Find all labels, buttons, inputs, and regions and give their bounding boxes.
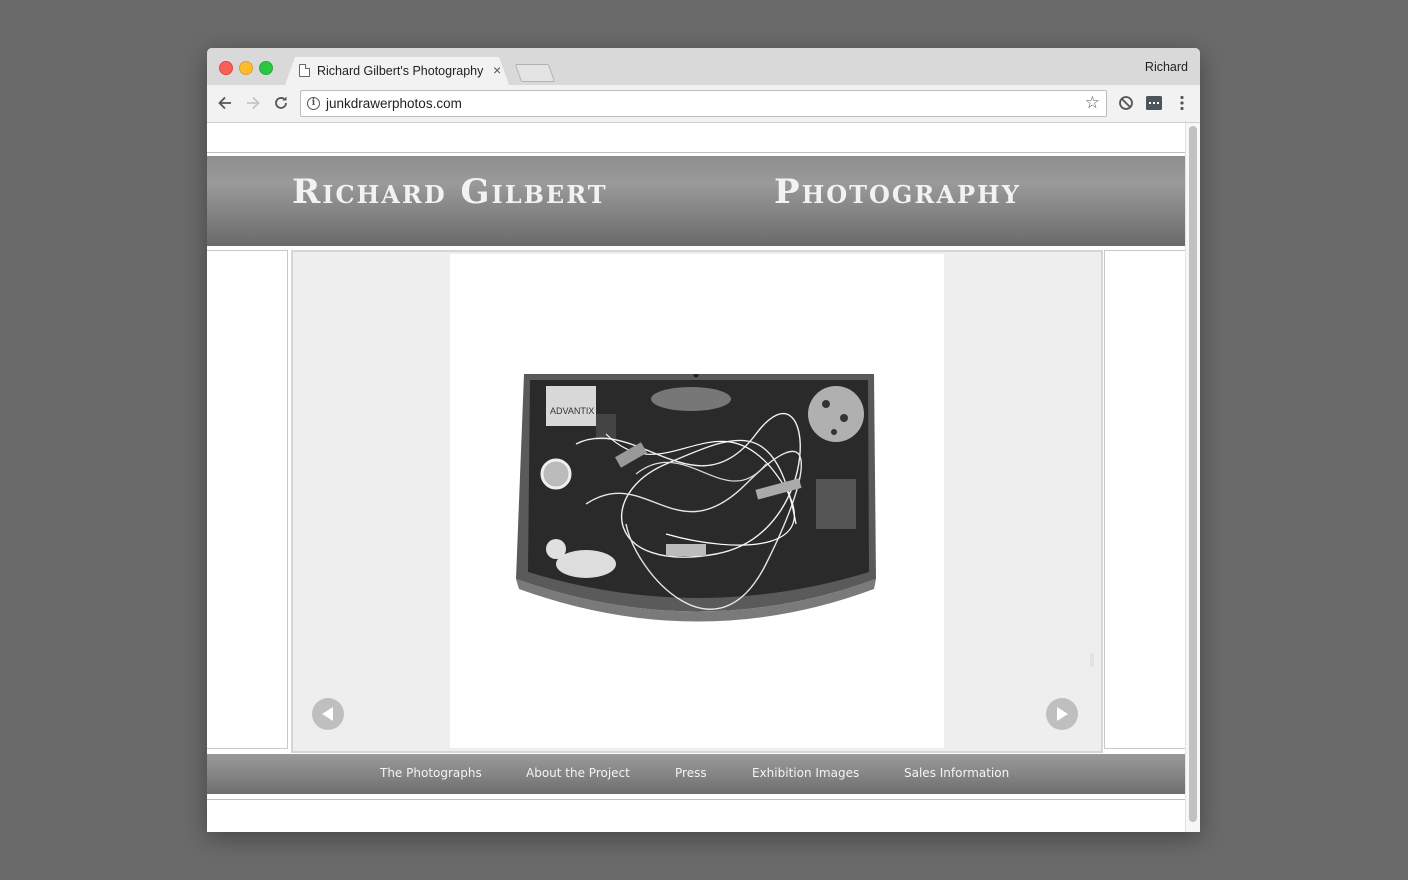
site-title-name: Richard Gilbert <box>292 172 608 212</box>
triangle-right-icon <box>1057 707 1068 721</box>
back-arrow-icon[interactable] <box>215 93 235 113</box>
minimize-window-button[interactable] <box>239 61 253 75</box>
tab-close-icon[interactable]: × <box>493 62 501 78</box>
address-bar[interactable]: i junkdrawerphotos.com ☆ <box>300 90 1107 117</box>
url-text[interactable]: junkdrawerphotos.com <box>326 96 462 111</box>
forward-arrow-icon[interactable] <box>243 93 263 113</box>
browser-window: Richard Gilbert's Photography × Richard … <box>207 48 1200 832</box>
scrollbar[interactable] <box>1185 123 1200 832</box>
extension-icon[interactable] <box>1144 93 1164 113</box>
maximize-window-button[interactable] <box>259 61 273 75</box>
bookmark-star-icon[interactable]: ☆ <box>1085 93 1100 113</box>
browser-toolbar: i junkdrawerphotos.com ☆ <box>207 85 1200 123</box>
new-tab-button[interactable] <box>514 64 556 82</box>
junk-drawer-photo[interactable]: ADVANTIX <box>516 374 882 628</box>
sync-extension-icon[interactable] <box>1116 93 1136 113</box>
triangle-left-icon <box>322 707 333 721</box>
slide-frame: ADVANTIX <box>450 254 944 748</box>
scrollbar-thumb[interactable] <box>1189 126 1197 822</box>
prev-slide-button[interactable] <box>312 698 344 730</box>
site-nav: The Photographs About the Project Press … <box>207 754 1185 794</box>
film-label: ADVANTIX <box>550 406 594 416</box>
nav-link-press[interactable]: Press <box>675 766 707 780</box>
reload-icon[interactable] <box>271 93 291 113</box>
site-title-photography: Photography <box>774 172 1021 212</box>
page-viewport: Richard Gilbert Photography ADVANTIX The… <box>207 123 1200 832</box>
menu-dots-icon[interactable] <box>1172 93 1192 113</box>
title-bar: Richard Gilbert's Photography × Richard <box>207 48 1200 85</box>
next-slide-button[interactable] <box>1046 698 1078 730</box>
top-divider <box>207 152 1185 153</box>
close-window-button[interactable] <box>219 61 233 75</box>
page-icon <box>299 64 310 77</box>
nav-link-exhibition[interactable]: Exhibition Images <box>752 766 859 780</box>
left-side-panel <box>207 250 288 749</box>
tab-title: Richard Gilbert's Photography <box>317 64 484 78</box>
bottom-divider <box>207 799 1185 800</box>
nav-link-photographs[interactable]: The Photographs <box>380 766 482 780</box>
profile-name[interactable]: Richard <box>1145 60 1188 74</box>
slideshow: ADVANTIX <box>291 250 1103 753</box>
info-icon[interactable]: i <box>307 97 320 110</box>
right-side-panel <box>1104 250 1186 749</box>
nav-link-about[interactable]: About the Project <box>526 766 630 780</box>
edge-handle <box>1090 653 1094 667</box>
nav-link-sales[interactable]: Sales Information <box>904 766 1009 780</box>
browser-tab[interactable]: Richard Gilbert's Photography × <box>285 57 509 85</box>
